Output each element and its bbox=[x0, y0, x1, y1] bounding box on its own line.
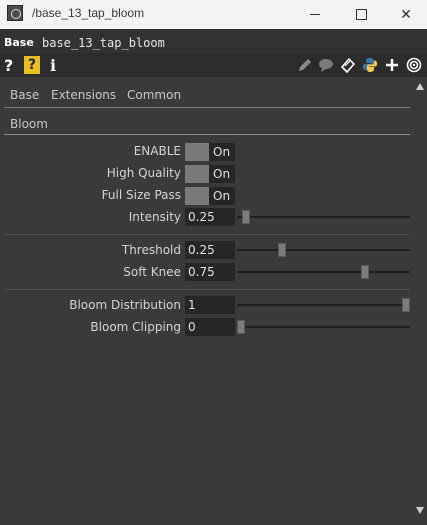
param-label-threshold: Threshold bbox=[121, 243, 181, 257]
python-icon[interactable] bbox=[362, 57, 378, 73]
high-quality-toggle[interactable]: On bbox=[185, 165, 235, 183]
python-help-icon[interactable]: ? bbox=[24, 56, 40, 74]
bloom-clipping-field[interactable]: 0 bbox=[185, 318, 235, 336]
intensity-slider-track[interactable] bbox=[237, 216, 410, 218]
tab-extensions[interactable]: Extensions bbox=[51, 88, 116, 102]
tab-base[interactable]: Base bbox=[10, 88, 39, 102]
toggle-knob bbox=[185, 143, 209, 161]
window-title-bar: /base_13_tap_bloom ✕ bbox=[0, 0, 427, 29]
soft-knee-slider-handle[interactable] bbox=[360, 265, 369, 279]
toggle-knob bbox=[185, 165, 209, 183]
page-tabs: Base Extensions Common bbox=[4, 86, 410, 108]
scroll-up-arrow-icon[interactable] bbox=[416, 83, 424, 90]
param-label-enable: ENABLE bbox=[133, 144, 181, 158]
intensity-value: 0.25 bbox=[188, 210, 215, 224]
tab-common[interactable]: Common bbox=[127, 88, 181, 102]
plus-icon[interactable] bbox=[384, 57, 400, 73]
bloom-clipping-slider-handle[interactable] bbox=[237, 320, 245, 334]
comment-icon[interactable] bbox=[318, 57, 334, 73]
close-icon: ✕ bbox=[400, 6, 412, 23]
parameter-toolbar: ? ? i bbox=[0, 53, 427, 77]
bloom-distribution-slider-handle[interactable] bbox=[402, 298, 410, 312]
viewer-icon[interactable] bbox=[406, 57, 422, 73]
bloom-distribution-slider-track[interactable] bbox=[237, 304, 410, 306]
minimize-button[interactable] bbox=[293, 0, 337, 29]
close-button[interactable]: ✕ bbox=[384, 0, 427, 29]
intensity-slider-handle[interactable] bbox=[241, 210, 250, 224]
param-label-soft-knee: Soft Knee bbox=[123, 265, 181, 279]
tabs-divider bbox=[4, 107, 410, 108]
operator-name[interactable]: base_13_tap_bloom bbox=[42, 36, 165, 50]
bloom-distribution-value: 1 bbox=[188, 298, 196, 312]
bloom-clipping-value: 0 bbox=[188, 320, 196, 334]
enable-toggle[interactable]: On bbox=[185, 143, 235, 161]
param-label-full-size-pass: Full Size Pass bbox=[101, 188, 181, 202]
intensity-field[interactable]: 0.25 bbox=[185, 208, 235, 226]
app-icon bbox=[7, 5, 23, 21]
pencil-icon[interactable] bbox=[297, 57, 313, 73]
soft-knee-value: 0.75 bbox=[188, 265, 215, 279]
full-size-pass-toggle[interactable]: On bbox=[185, 187, 235, 205]
bloom-clipping-slider-track[interactable] bbox=[237, 326, 410, 328]
subtab-bar: Bloom bbox=[4, 114, 410, 136]
toggle-value: On bbox=[213, 167, 231, 181]
threshold-slider-handle[interactable] bbox=[278, 243, 287, 257]
help-icon[interactable]: ? bbox=[4, 56, 13, 75]
soft-knee-field[interactable]: 0.75 bbox=[185, 263, 235, 281]
param-label-bloom-clipping: Bloom Clipping bbox=[90, 320, 181, 334]
window-title: /base_13_tap_bloom bbox=[32, 6, 145, 20]
param-label-high-quality: High Quality bbox=[106, 166, 181, 180]
bloom-distribution-field[interactable]: 1 bbox=[185, 296, 235, 314]
vertical-scrollbar[interactable] bbox=[414, 77, 427, 525]
toggle-knob bbox=[185, 187, 209, 205]
section-separator bbox=[4, 234, 410, 235]
section-separator bbox=[4, 289, 410, 290]
tab-bloom[interactable]: Bloom bbox=[10, 117, 48, 131]
threshold-value: 0.25 bbox=[188, 243, 215, 257]
minimize-icon bbox=[310, 14, 320, 15]
clone-icon[interactable] bbox=[340, 57, 356, 73]
info-icon[interactable]: i bbox=[50, 56, 56, 75]
operator-type: Base bbox=[4, 36, 34, 49]
threshold-slider-track[interactable] bbox=[237, 249, 410, 251]
toggle-value: On bbox=[213, 145, 231, 159]
maximize-button[interactable] bbox=[339, 0, 383, 29]
maximize-icon bbox=[355, 9, 367, 20]
toggle-value: On bbox=[213, 189, 231, 203]
scroll-down-arrow-icon[interactable] bbox=[416, 507, 424, 514]
subtab-divider bbox=[4, 134, 410, 135]
param-label-intensity: Intensity bbox=[128, 210, 181, 224]
param-label-bloom-distribution: Bloom Distribution bbox=[69, 298, 181, 312]
operator-header: Base base_13_tap_bloom bbox=[0, 29, 427, 53]
threshold-field[interactable]: 0.25 bbox=[185, 241, 235, 259]
soft-knee-slider-track[interactable] bbox=[237, 271, 410, 273]
